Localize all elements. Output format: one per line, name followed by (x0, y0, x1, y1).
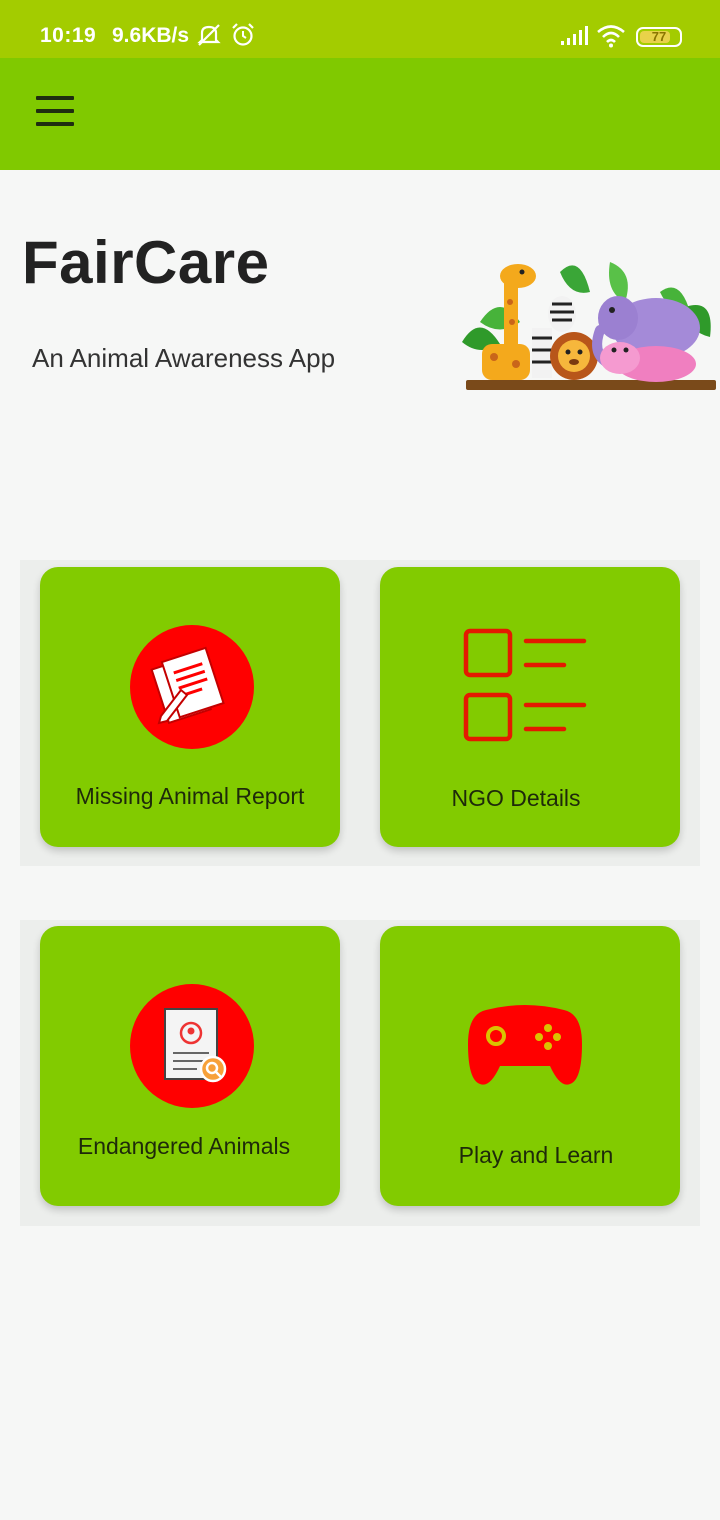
battery-level: 77 (651, 29, 667, 44)
card-label-ngo-details: NGO Details (451, 785, 581, 811)
app-subtitle: An Animal Awareness App (32, 343, 336, 373)
app-bar (0, 58, 720, 170)
checklist-icon (463, 628, 587, 742)
hamburger-menu-icon[interactable] (36, 96, 76, 126)
missing-animal-report-card[interactable]: Missing Animal Report (40, 567, 340, 847)
document-edit-icon (130, 625, 254, 749)
wifi-icon (597, 25, 625, 48)
card-label-missing-animal-report: Missing Animal Report (75, 783, 305, 809)
card-label-play-and-learn: Play and Learn (458, 1142, 614, 1168)
status-bar: 10:19 9.6KB/s 77 (0, 0, 720, 58)
play-and-learn-card[interactable]: Play and Learn (380, 926, 680, 1206)
animals-illustration (462, 262, 716, 390)
signal-icon (561, 26, 588, 45)
endangered-animals-card[interactable]: Endangered Animals (40, 926, 340, 1206)
ngo-details-card[interactable]: NGO Details (380, 567, 680, 847)
status-time: 10:19 (40, 24, 97, 47)
app-title: FairCare (22, 229, 270, 296)
search-document-icon (130, 984, 254, 1108)
gamepad-icon (468, 1005, 582, 1085)
battery-icon: 77 (636, 27, 682, 47)
alarm-icon (232, 23, 254, 46)
mute-icon (197, 24, 221, 46)
status-network-speed: 9.6KB/s (112, 24, 190, 47)
card-label-endangered-animals: Endangered Animals (77, 1133, 291, 1159)
